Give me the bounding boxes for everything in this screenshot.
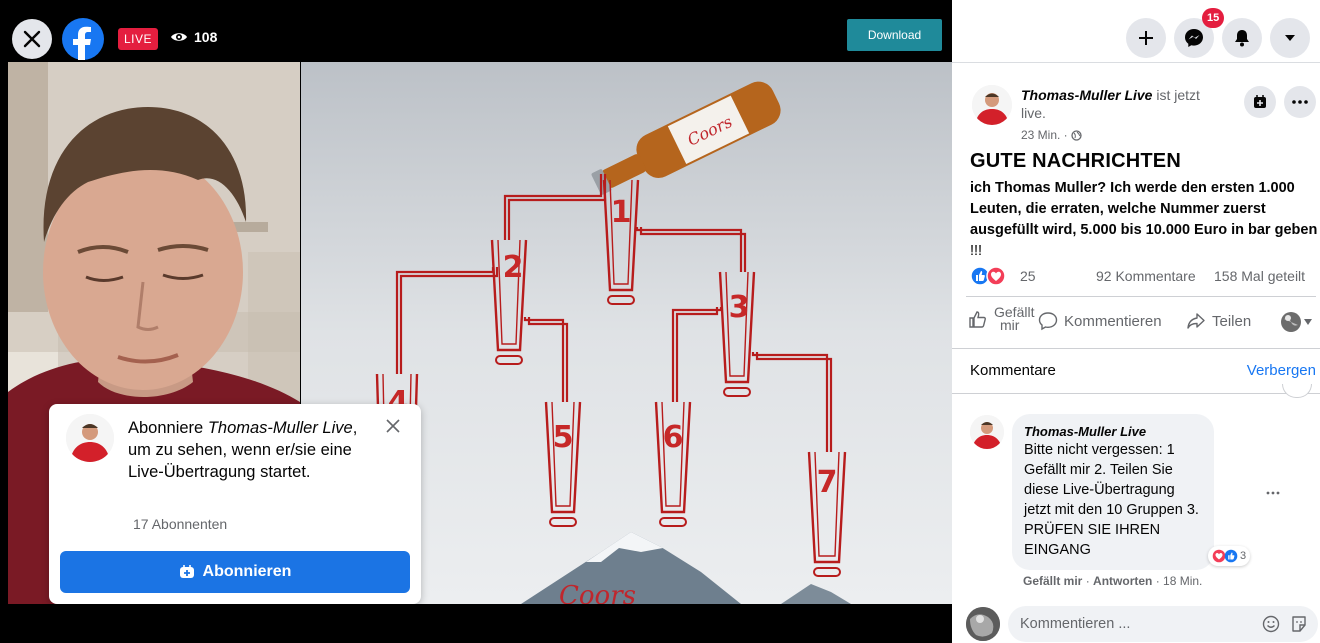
post-time-text[interactable]: 23 Min. · <box>1021 128 1068 142</box>
cup-number-1: 1 <box>611 195 632 230</box>
viewer-count: 108 <box>170 29 217 45</box>
comments-header: Kommentare Verbergen <box>952 348 1320 394</box>
share-label: Teilen <box>1212 312 1252 330</box>
caret-down-icon <box>1304 319 1312 325</box>
post-author-avatar[interactable] <box>972 85 1012 125</box>
account-menu-button[interactable] <box>1270 18 1310 58</box>
reactions-summary: 25 92 Kommentare 158 Mal geteilt <box>970 266 1320 286</box>
like-reaction-icon <box>1224 549 1238 563</box>
messenger-badge: 15 <box>1202 8 1225 28</box>
post-author-name[interactable]: Thomas-Muller Live <box>1021 87 1152 103</box>
comment-composer[interactable] <box>1008 606 1318 642</box>
post-body: ich Thomas Muller? Ich werde den ersten … <box>970 178 1320 262</box>
hide-comments-link[interactable]: Verbergen <box>1247 362 1316 379</box>
post-body-tail: !!! <box>970 243 983 259</box>
thumbs-up-icon <box>969 311 986 328</box>
post-author-line: Thomas-Muller Live ist jetzt live. <box>1021 86 1221 122</box>
share-button[interactable]: Teilen <box>1186 311 1251 331</box>
comment-like-link[interactable]: Gefällt mir <box>1023 574 1082 588</box>
caret-down-icon <box>1285 35 1295 41</box>
cup-number-5: 5 <box>553 420 574 455</box>
post-timestamp: 23 Min. · <box>1021 128 1082 142</box>
comments-title: Kommentare <box>970 362 1056 379</box>
close-icon <box>23 30 41 48</box>
comment-text: Bitte nicht vergessen: 1 Gefällt mir 2. … <box>1024 442 1199 558</box>
post-panel: 15 Thomas-Muller Live ist jetzt live. 23… <box>952 0 1320 643</box>
post-actions: Gefällt mir Kommentieren Teilen <box>966 300 1320 344</box>
panel-header: 15 <box>952 0 1320 62</box>
current-user-avatar[interactable] <box>966 607 1000 641</box>
subscribe-card: Abonniere Thomas-Muller Live, um zu sehe… <box>49 404 421 604</box>
comment-input[interactable] <box>1008 606 1228 642</box>
comment-reaction-count: 3 <box>1240 550 1247 562</box>
reaction-count[interactable]: 25 <box>1020 268 1036 284</box>
subscribe-icon <box>179 565 194 578</box>
more-dots-icon <box>1292 100 1308 104</box>
video-top-bar: LIVE 108 Download <box>0 0 952 62</box>
brand-watermark: Coors <box>559 581 636 604</box>
reactions-divider <box>966 296 1316 297</box>
like-button[interactable]: Gefällt mir <box>968 305 1034 333</box>
page-avatar[interactable] <box>66 414 114 462</box>
comment-bubble: Thomas-Muller Live Bitte nicht vergessen… <box>1012 414 1214 570</box>
like-label: Gefällt mir <box>994 305 1034 333</box>
comment-time[interactable]: 18 Min. <box>1163 574 1202 588</box>
download-button[interactable]: Download <box>847 19 942 51</box>
subscribe-prefix: Abonniere <box>128 419 208 437</box>
viewer-count-value: 108 <box>194 29 218 45</box>
shares-count[interactable]: 158 Mal geteilt <box>1214 268 1305 284</box>
comment-bubble-icon <box>1038 312 1058 331</box>
subscribe-button[interactable]: Abonnieren <box>60 551 410 593</box>
love-reaction-icon[interactable] <box>986 266 1006 286</box>
subscribe-page-name[interactable]: Thomas-Muller Live <box>208 419 353 437</box>
video-bottom-bar <box>0 604 952 643</box>
globe-avatar-icon <box>1281 312 1301 332</box>
post-more-button[interactable] <box>1284 86 1316 118</box>
header-divider <box>952 62 1320 63</box>
cup-number-2: 2 <box>503 250 524 285</box>
eye-icon <box>171 33 187 41</box>
subscriber-count: 17 Abonnenten <box>133 516 228 532</box>
cup-number-3: 3 <box>729 290 750 325</box>
comments-count[interactable]: 92 Kommentare <box>1096 268 1196 284</box>
more-dots-icon <box>1266 491 1280 495</box>
comment-reply-link[interactable]: Antworten <box>1093 574 1152 588</box>
save-post-button[interactable] <box>1244 86 1276 118</box>
subscribe-button-label: Abonnieren <box>202 563 292 580</box>
live-video-player[interactable]: LIVE 108 Download Coors 1 2 3 4 5 6 7 Co… <box>0 0 952 643</box>
share-arrow-icon <box>1187 313 1205 329</box>
comment-reactions[interactable]: 3 <box>1208 546 1251 566</box>
globe-icon <box>1071 129 1082 141</box>
scroll-indicator[interactable] <box>1282 384 1312 398</box>
close-card-button[interactable] <box>385 418 403 436</box>
comment-author-avatar[interactable] <box>970 415 1004 449</box>
post-body-text: ich Thomas Muller? Ich werde den ersten … <box>970 180 1318 238</box>
messenger-icon <box>1185 29 1203 47</box>
comment-author[interactable]: Thomas-Muller Live <box>1024 424 1202 440</box>
like-label-line2: mir <box>1000 317 1020 333</box>
create-button[interactable] <box>1126 18 1166 58</box>
cup-number-6: 6 <box>663 420 684 455</box>
facebook-logo-icon[interactable] <box>62 18 104 60</box>
sticker-icon[interactable] <box>1290 615 1308 633</box>
bookmark-plus-icon <box>1254 95 1266 108</box>
bell-icon <box>1235 30 1249 47</box>
emoji-icon[interactable] <box>1262 615 1280 633</box>
cup-number-7: 7 <box>817 465 838 500</box>
close-icon <box>386 419 400 433</box>
post-headline: GUTE NACHRICHTEN <box>970 150 1181 172</box>
plus-icon <box>1139 31 1153 45</box>
comment-button[interactable]: Kommentieren <box>1038 311 1162 331</box>
comment-more-button[interactable] <box>1266 482 1280 500</box>
close-button[interactable] <box>12 19 52 59</box>
subscribe-message: Abonniere Thomas-Muller Live, um zu sehe… <box>128 417 378 483</box>
live-badge: LIVE <box>118 28 159 50</box>
comment-actions: Gefällt mir · Antworten · 18 Min. <box>1023 574 1203 588</box>
comment-label: Kommentieren <box>1064 312 1162 330</box>
audience-selector[interactable] <box>1280 311 1312 333</box>
notifications-button[interactable] <box>1222 18 1262 58</box>
